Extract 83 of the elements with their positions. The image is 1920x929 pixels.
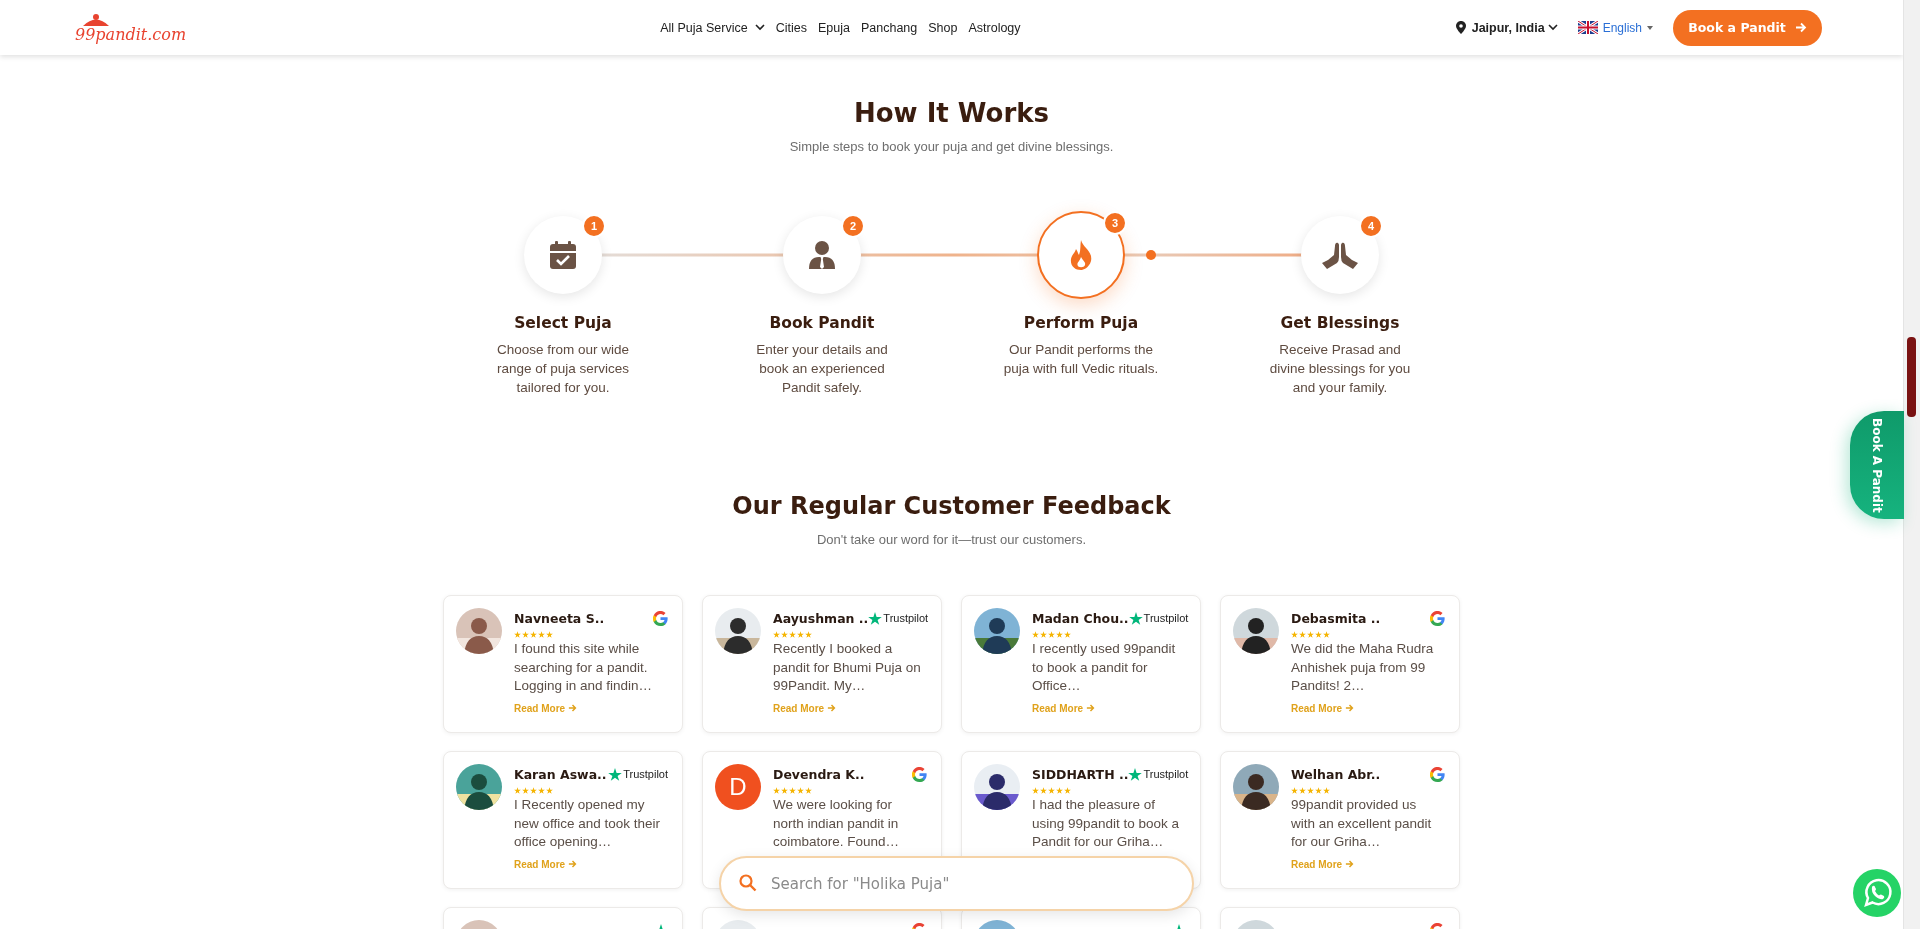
search-field[interactable]: Search for "Holika Puja" [719, 856, 1194, 911]
step-description: Enter your details and book an experienced Pandit safely. [755, 341, 889, 397]
trustpilot-label: Trustpilot [883, 612, 929, 624]
google-g-icon [653, 610, 668, 626]
step-description: Choose from our wide range of puja services tailored for you. [495, 341, 631, 397]
praying-hands-icon [1322, 241, 1358, 269]
language-selector[interactable]: English [1577, 20, 1653, 35]
google-g-icon [1430, 766, 1445, 782]
reviewer-name: Welhan Abr.. [1291, 766, 1381, 782]
step-title: Perform Puja [1023, 313, 1139, 333]
step-number-badge: 4 [1359, 214, 1383, 238]
arrow-right-icon [1345, 860, 1355, 868]
nav-link[interactable]: Epuja [817, 20, 850, 35]
step-number-badge: 3 [1103, 211, 1127, 235]
caret-icon [754, 24, 765, 31]
step-title: Select Puja [514, 313, 612, 333]
step-description: Receive Prasad and divine blessings for you and your family. [1268, 341, 1412, 397]
caret-icon [1547, 24, 1558, 31]
arrow-right-icon [1345, 704, 1355, 712]
person-icon [809, 241, 835, 269]
calendar-check-icon [550, 241, 576, 269]
nav-link[interactable]: Astrology [968, 20, 1021, 35]
review-text: We were looking for north indian pandit in coimbatore. Found… [773, 796, 901, 851]
section-subtitle: Simple steps to book your puja and get divine blessings. [789, 138, 1114, 156]
read-more-link[interactable]: Read More [1291, 702, 1355, 714]
arrow-right-icon [827, 704, 837, 712]
review-text: I recently used 99pandit to book a pandit for Office… [1032, 640, 1177, 695]
star-icon [1128, 611, 1143, 625]
flag-icon [1577, 21, 1598, 34]
reviewer-name: Aayushman .. [773, 610, 869, 626]
review-text: I Recently opened my new office and took their office opening… [514, 796, 662, 851]
read-more-link[interactable]: Read More [514, 858, 578, 870]
read-more-link[interactable]: Read More [1032, 702, 1096, 714]
trustpilot-label: Trustpilot [1143, 612, 1189, 624]
reviewer-name: Devendra K.. [773, 766, 865, 782]
whatsapp-icon[interactable] [1853, 869, 1901, 917]
section-title: Our Regular Customer Feedback [732, 491, 1171, 522]
caret-icon [1647, 25, 1653, 30]
step-number-badge: 1 [582, 214, 606, 238]
review-text: Recently I booked a pandit for Bhumi Puja on 99Pandit. My… [773, 640, 922, 695]
arrow-right-icon [568, 860, 578, 868]
review-text: We did the Maha Rudra Anhishek puja from 99 Pandits! 2… [1291, 640, 1435, 695]
flame-icon [1069, 240, 1093, 270]
avatar: D [715, 764, 761, 810]
book-pandit-button[interactable]: Book a Pandit [1673, 9, 1822, 46]
nav-link[interactable]: All Puja Service [660, 20, 765, 35]
nav-link[interactable]: Cities [775, 20, 807, 35]
review-text: I had the pleasure of using 99pandit to book a Pandit for our Griha… [1032, 796, 1181, 851]
reviewer-name: Karan Aswa.. [514, 766, 607, 782]
reviewer-name: Madan Chou.. [1032, 610, 1129, 626]
logo-text[interactable]: 99pandit.com [75, 26, 187, 43]
google-g-icon [1430, 610, 1445, 626]
arrow-right-icon [1086, 704, 1096, 712]
review-text: 99pandit provided us with an excellent pandit for our Griha… [1291, 796, 1433, 851]
scrollbar-thumb[interactable] [1907, 337, 1916, 417]
google-g-icon [912, 766, 927, 782]
arrow-right-icon [568, 704, 578, 712]
trustpilot-label: Trustpilot [623, 768, 668, 780]
section-title: How It Works [853, 97, 1050, 130]
section-subtitle: Don't take our word for it—trust our customers. [816, 531, 1087, 549]
reviewer-name: SIDDHARTH .. [1032, 766, 1129, 782]
reviewer-name: Debasmita .. [1291, 610, 1381, 626]
step-title: Get Blessings [1280, 313, 1400, 333]
nav-link[interactable]: Panchang [860, 20, 918, 35]
read-more-link[interactable]: Read More [773, 702, 837, 714]
step-number-badge: 2 [841, 214, 865, 238]
trustpilot-label: Trustpilot [1143, 768, 1189, 780]
location-selector[interactable]: Jaipur, India [1455, 20, 1558, 35]
logo-icon [81, 12, 111, 27]
read-more-link[interactable]: Read More [1291, 858, 1355, 870]
read-more-link[interactable]: Read More [514, 702, 578, 714]
review-text: I found this site while searching for a pandit. Logging in and findin… [514, 640, 654, 695]
step-title: Book Pandit [769, 313, 875, 333]
star-icon [868, 611, 883, 625]
reviewer-name: Navneeta S.. [514, 610, 605, 626]
star-icon [608, 767, 623, 781]
nav-link[interactable]: Shop [928, 20, 958, 35]
step-description: Our Pandit performs the puja with full Vedic rituals. [1002, 341, 1160, 378]
scrollbar[interactable] [1903, 0, 1920, 929]
map-pin-icon [1455, 21, 1466, 34]
star-icon [1128, 767, 1143, 781]
book-a-pandit-tab[interactable]: Book A Pandit [1850, 411, 1904, 519]
arrow-right-icon [1794, 22, 1807, 33]
